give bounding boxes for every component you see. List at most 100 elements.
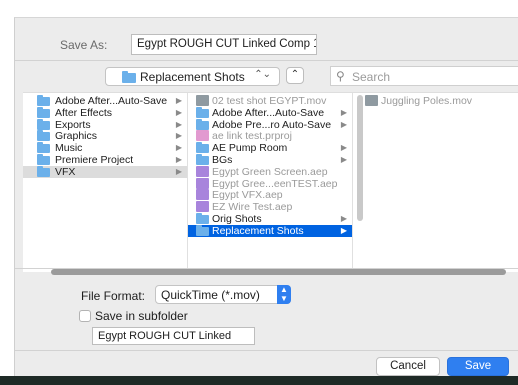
browser-row[interactable]: Premiere Project ▶ <box>23 154 187 166</box>
folder-icon <box>196 106 209 118</box>
chevron-right-icon: ▶ <box>340 119 347 129</box>
browser-row-label: EZ Wire Test.aep <box>212 201 293 214</box>
browser-row[interactable]: After Effects ▶ <box>23 106 187 119</box>
folder-icon <box>196 224 209 236</box>
save-in-subfolder-checkbox[interactable] <box>79 310 91 322</box>
chevron-right-icon: ▶ <box>340 143 347 153</box>
browser-row-label: Adobe Pre...ro Auto-Save <box>212 118 332 131</box>
browser-row[interactable]: Egypt VFX.aep <box>188 189 352 201</box>
browser-row[interactable]: Graphics ▶ <box>23 130 187 142</box>
browser-row-label: Exports <box>55 118 91 131</box>
browser-row-label: Juggling Poles.mov <box>381 95 473 107</box>
folder-icon <box>196 118 209 130</box>
browser-row-label: Adobe After...Auto-Save <box>212 106 325 119</box>
movie-file-icon <box>196 95 209 106</box>
browser-row[interactable]: Replacement Shots ▶ <box>188 224 352 237</box>
column-browser: Adobe After...Auto-Save ▶ After Effects ▶ Ex… <box>23 92 518 273</box>
browser-row[interactable]: AE Pump Room ▶ <box>188 142 352 154</box>
browser-row[interactable]: Juggling Poles.mov <box>353 95 518 107</box>
browser-row[interactable]: Adobe After...Auto-Save ▶ <box>188 106 352 119</box>
browser-row-label: Adobe After...Auto-Save <box>55 95 168 107</box>
search-field[interactable]: ⚲ Search <box>330 66 518 86</box>
folder-icon <box>196 142 209 154</box>
chevron-right-icon: ▶ <box>175 107 182 117</box>
cancel-button[interactable]: Cancel <box>376 357 440 376</box>
premiere-file-icon <box>196 130 209 142</box>
horizontal-scrollbar[interactable] <box>51 269 506 275</box>
browser-row-label: AE Pump Room <box>212 142 288 155</box>
browser-row[interactable]: ae link test.prproj <box>188 130 352 142</box>
vertical-scrollbar[interactable] <box>357 95 363 221</box>
browser-row-label: After Effects <box>55 106 112 119</box>
save-dialog: Save As: Egypt ROUGH CUT Linked Comp 11.… <box>14 17 518 376</box>
browser-row-label: Orig Shots <box>212 213 262 225</box>
browser-row[interactable]: Orig Shots ▶ <box>188 213 352 225</box>
chevron-right-icon: ▶ <box>340 107 347 117</box>
popup-stepper-icon: ▲ ▼ <box>277 285 291 304</box>
folder-icon <box>37 154 50 165</box>
file-format-label: File Format: <box>81 289 146 303</box>
browser-column-1: Adobe After...Auto-Save ▶ After Effects ▶ Ex… <box>23 93 188 273</box>
browser-row[interactable]: VFX ▶ <box>23 165 187 178</box>
ae-file-icon <box>196 189 209 201</box>
browser-row[interactable]: Exports ▶ <box>23 118 187 131</box>
folder-icon <box>37 165 50 177</box>
save-button[interactable]: Save <box>447 357 509 376</box>
folder-icon <box>37 142 50 154</box>
folder-icon <box>37 130 50 142</box>
browser-row[interactable]: Egypt Green Screen.aep <box>188 165 352 178</box>
save-as-label: Save As: <box>60 38 108 52</box>
chevron-right-icon: ▶ <box>175 96 182 105</box>
chevron-right-icon: ▶ <box>175 143 182 153</box>
browser-row-label: Egypt VFX.aep <box>212 189 283 202</box>
location-popup[interactable]: Replacement Shots ⌃⌄ <box>105 67 280 86</box>
browser-row-label: ae link test.prproj <box>212 130 292 143</box>
browser-row-label: Music <box>55 142 83 155</box>
browser-column-2: 02 test shot EGYPT.mov Adobe After...Auto… <box>188 93 353 273</box>
chevron-right-icon: ▶ <box>175 131 182 141</box>
folder-icon <box>196 154 209 165</box>
folder-icon <box>37 118 50 130</box>
browser-row[interactable]: Music ▶ <box>23 142 187 154</box>
browser-row-label: BGs <box>212 154 233 166</box>
divider <box>15 350 518 351</box>
folder-icon <box>122 71 136 83</box>
browser-column-3: Juggling Poles.mov <box>353 93 518 273</box>
updown-arrows-icon: ⌃⌄ <box>254 69 271 80</box>
location-label: Replacement Shots <box>140 70 245 84</box>
file-format-value: QuickTime (*.mov) <box>161 288 260 302</box>
folder-icon <box>37 106 50 118</box>
chevron-right-icon: ▶ <box>340 155 347 164</box>
subfolder-name-field[interactable]: Egypt ROUGH CUT Linked <box>92 327 255 345</box>
divider <box>15 60 518 61</box>
browser-row[interactable]: 02 test shot EGYPT.mov <box>188 95 352 107</box>
browser-row-label: Replacement Shots <box>212 224 304 237</box>
search-placeholder: Search <box>352 70 391 84</box>
movie-file-icon <box>365 95 378 106</box>
chevron-right-icon: ▶ <box>175 166 182 176</box>
folder-icon <box>196 213 209 224</box>
browser-row[interactable]: Adobe Pre...ro Auto-Save ▶ <box>188 118 352 131</box>
file-format-popup[interactable]: QuickTime (*.mov) ▲ ▼ <box>155 285 291 304</box>
browser-row[interactable]: BGs ▶ <box>188 154 352 166</box>
save-in-subfolder-label: Save in subfolder <box>95 309 188 323</box>
chevron-right-icon: ▶ <box>340 225 347 235</box>
browser-row-label: Premiere Project <box>55 154 134 166</box>
browser-row-label: 02 test shot EGYPT.mov <box>212 95 327 107</box>
browser-row-label: VFX <box>55 165 76 178</box>
chevron-right-icon: ▶ <box>175 119 182 129</box>
save-as-field[interactable]: Egypt ROUGH CUT Linked Comp 11.mov <box>131 34 317 55</box>
ae-file-icon <box>196 177 209 189</box>
browser-row[interactable]: Egypt Gree...eenTEST.aep <box>188 177 352 190</box>
browser-row-label: Egypt Gree...eenTEST.aep <box>212 177 338 190</box>
chevron-right-icon: ▶ <box>340 214 347 223</box>
ae-file-icon <box>196 201 209 213</box>
background-strip <box>0 376 518 385</box>
chevron-right-icon: ▶ <box>175 155 182 164</box>
folder-icon <box>37 95 50 106</box>
browser-row[interactable]: Adobe After...Auto-Save ▶ <box>23 95 187 107</box>
browser-row-label: Graphics <box>55 130 98 143</box>
search-icon: ⚲ <box>336 69 345 83</box>
expand-collapse-button[interactable]: ⌃ <box>286 67 304 84</box>
browser-row[interactable]: EZ Wire Test.aep <box>188 201 352 213</box>
